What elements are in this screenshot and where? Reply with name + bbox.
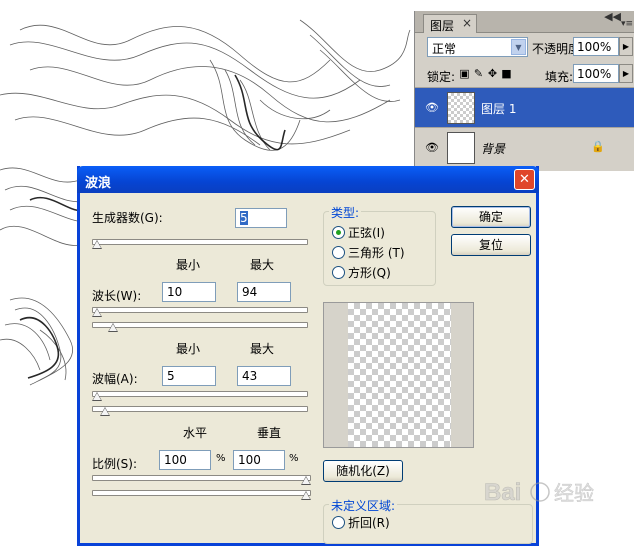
chevron-down-icon[interactable]: ▼ [511, 39, 526, 55]
amplitude-min-input[interactable]: 5 [162, 366, 216, 386]
wavelength-min-slider-thumb[interactable] [92, 308, 102, 317]
dialog-title: 波浪 [85, 176, 112, 191]
scale-vertical-input[interactable]: 100 [233, 450, 285, 470]
radio-circle-icon [332, 266, 345, 279]
generators-label: 生成器数(G): [92, 211, 163, 225]
scale-horizontal-header: 水平 [183, 426, 208, 440]
scale-horizontal-percent: % [216, 453, 226, 464]
generators-slider[interactable] [92, 239, 308, 245]
amplitude-min-slider[interactable] [92, 391, 308, 397]
reset-button[interactable]: 复位 [451, 234, 531, 256]
opacity-input[interactable]: 100% [573, 37, 619, 56]
lock-icons: ▣ ✎ ✥ ■ [459, 67, 512, 80]
layer-name: 背景 [481, 142, 506, 156]
tab-layers-label: 图层 [430, 19, 455, 33]
close-icon[interactable]: × [462, 16, 472, 30]
amplitude-max-slider[interactable] [92, 406, 308, 412]
lock-transparency-icon[interactable]: ▣ [459, 67, 470, 80]
blend-mode-value: 正常 [432, 42, 457, 56]
generators-value: 5 [240, 211, 248, 225]
scale-vertical-percent: % [289, 453, 299, 464]
fill-input[interactable]: 100% [573, 64, 619, 83]
layer-name: 图层 1 [481, 102, 517, 116]
wavelength-max-header: 最大 [250, 258, 275, 272]
amplitude-min-header: 最小 [176, 342, 201, 356]
layer-thumbnail [447, 92, 475, 124]
wavelength-min-slider[interactable] [92, 307, 308, 313]
type-legend: 类型: [329, 204, 362, 221]
layer-row-layer1[interactable]: 👁 图层 1 [415, 87, 634, 127]
panel-menu-icon[interactable]: ▾≡ [621, 19, 633, 29]
lock-move-icon[interactable]: ✥ [487, 67, 498, 80]
wavelength-max-slider-thumb[interactable] [108, 323, 119, 332]
eye-icon[interactable]: 👁 [425, 101, 439, 114]
blend-mode-select[interactable]: 正常 ▼ [427, 37, 528, 57]
generators-slider-thumb[interactable] [92, 240, 102, 249]
preview-checkerboard [348, 303, 451, 447]
fill-label: 填充: [545, 70, 574, 84]
type-option-label: 方形(Q) [348, 266, 391, 280]
layers-panel: 图层 × ◀◀ ▾≡ 正常 ▼ 不透明度: 100% ▶ 锁定: ▣ ✎ ✥ ■… [414, 10, 634, 171]
randomize-button[interactable]: 随机化(Z) [323, 460, 403, 482]
type-radio-sine[interactable]: 正弦(I) [332, 224, 385, 241]
wavelength-min-input[interactable]: 10 [162, 282, 216, 302]
type-option-label: 三角形 (T) [348, 246, 405, 260]
dialog-title-bar[interactable]: 波浪 ✕ [77, 166, 539, 193]
panel-tab-bar: 图层 × ◀◀ ▾≡ [415, 10, 634, 33]
type-radio-triangle[interactable]: 三角形 (T) [332, 244, 405, 261]
svg-text:经验: 经验 [554, 481, 594, 505]
wrap-around-radio[interactable]: 折回(R) [332, 514, 390, 531]
amplitude-max-input[interactable]: 43 [237, 366, 291, 386]
ok-button[interactable]: 确定 [451, 206, 531, 228]
opacity-arrow-icon[interactable]: ▶ [619, 37, 633, 56]
radio-circle-icon [332, 246, 345, 259]
minimize-icon[interactable]: ◀◀ [604, 10, 621, 23]
amplitude-max-slider-thumb[interactable] [100, 407, 111, 416]
wavelength-min-header: 最小 [176, 258, 201, 272]
scale-vertical-header: 垂直 [257, 426, 282, 440]
amplitude-label: 波幅(A): [92, 372, 138, 386]
layer-row-background[interactable]: 👁 背景 🔒 [415, 127, 634, 167]
scale-label: 比例(S): [92, 457, 138, 471]
wave-dialog: 波浪 ✕ 生成器数(G): 5 最小 最大 波长(W): 10 94 最小 最大… [77, 166, 539, 546]
scale-horizontal-slider[interactable] [92, 475, 311, 481]
wrap-around-label: 折回(R) [348, 516, 390, 530]
type-radio-square[interactable]: 方形(Q) [332, 264, 391, 281]
lock-label: 锁定: [427, 70, 456, 84]
lock-icon: 🔒 [591, 140, 605, 153]
wavelength-max-slider[interactable] [92, 322, 308, 328]
baidu-watermark-logo: Bai 经验 [484, 479, 594, 507]
fill-arrow-icon[interactable]: ▶ [619, 64, 633, 83]
wavelength-label: 波长(W): [92, 289, 142, 303]
scale-vertical-slider-thumb[interactable] [301, 491, 311, 500]
lock-brush-icon[interactable]: ✎ [473, 67, 484, 80]
scale-horizontal-slider-thumb[interactable] [301, 476, 311, 485]
amplitude-max-header: 最大 [250, 342, 275, 356]
radio-circle-icon [332, 516, 345, 529]
generators-input[interactable]: 5 [235, 208, 287, 228]
tab-layers[interactable]: 图层 × [423, 14, 477, 33]
lock-all-icon[interactable]: ■ [501, 67, 512, 80]
undefined-area-legend: 未定义区域: [329, 497, 398, 514]
eye-icon[interactable]: 👁 [425, 141, 439, 154]
radio-circle-icon [332, 226, 345, 239]
close-button[interactable]: ✕ [514, 169, 535, 190]
layer-thumbnail [447, 132, 475, 164]
scale-vertical-slider[interactable] [92, 490, 311, 496]
amplitude-min-slider-thumb[interactable] [92, 392, 102, 401]
preview-pane [323, 302, 474, 448]
svg-text:Bai: Bai [484, 479, 521, 506]
wavelength-max-input[interactable]: 94 [237, 282, 291, 302]
scale-horizontal-input[interactable]: 100 [159, 450, 211, 470]
type-option-label: 正弦(I) [348, 226, 385, 240]
